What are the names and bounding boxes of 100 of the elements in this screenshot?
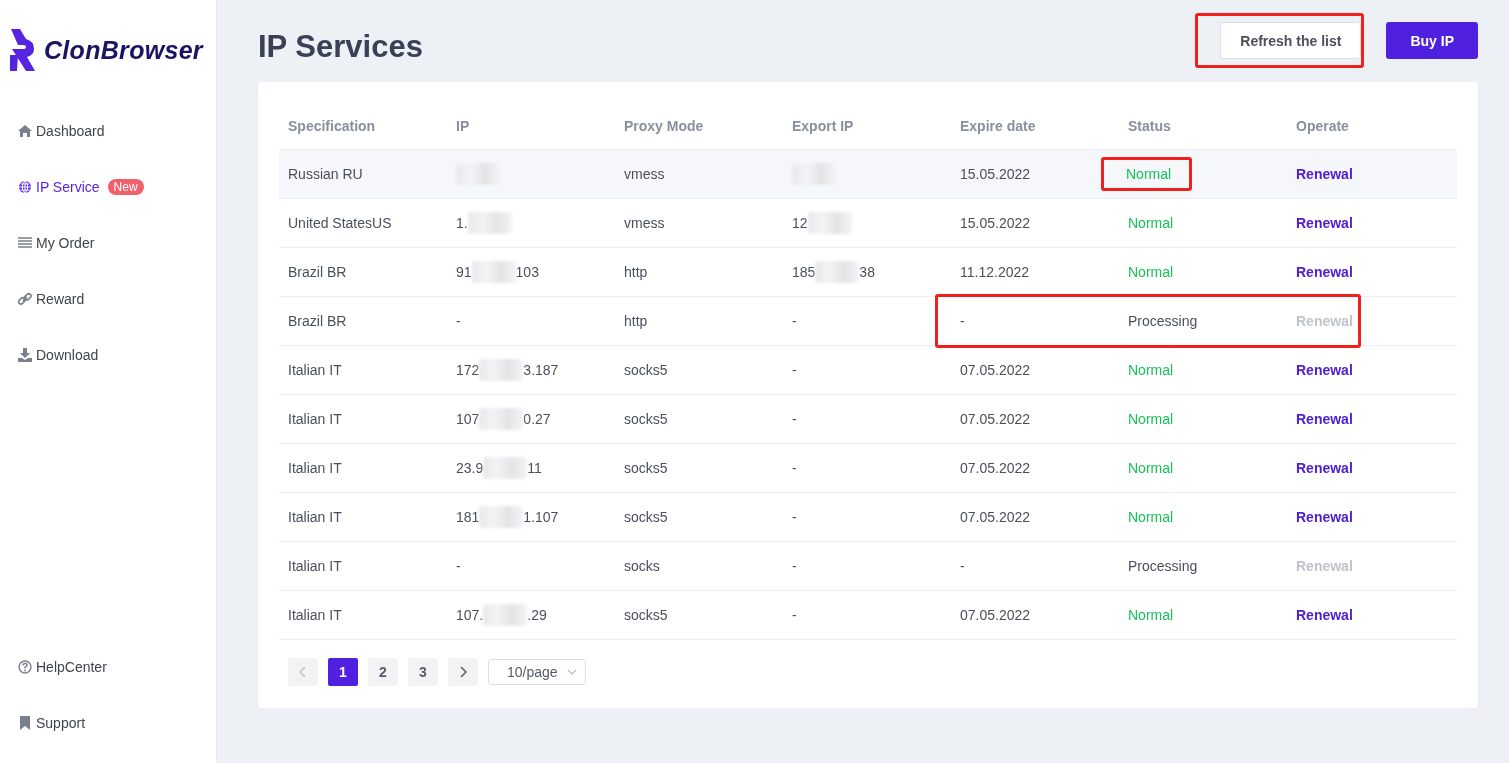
status-text: Normal <box>1128 215 1174 231</box>
page-button[interactable]: 1 <box>328 658 358 686</box>
chevron-left-icon <box>299 666 307 678</box>
table-cell: 0.27 <box>523 411 551 427</box>
table-cell-text: 07.05.2022 <box>959 508 1032 527</box>
table-cell-text: http <box>623 263 649 282</box>
table-cell-text: 07.05.2022 <box>959 606 1032 625</box>
column-header: IP <box>455 117 471 136</box>
table-cell: 107. <box>456 607 484 623</box>
table-cell: - <box>792 362 797 378</box>
table-cell-text: - <box>959 312 966 331</box>
list-icon <box>18 236 32 250</box>
column-header: Specification <box>287 117 377 136</box>
table-cell-text: 11.12.2022 <box>959 263 1031 282</box>
page-title: IP Services <box>258 28 423 65</box>
table-cell: 11 <box>527 460 542 476</box>
table-cell: - <box>456 558 461 574</box>
home-icon <box>18 124 32 138</box>
table-cell-text: 07.05.2022 <box>959 361 1032 380</box>
status-text: Normal <box>1128 460 1174 476</box>
table-cell-text: socks5 <box>623 410 669 429</box>
table-cell: - <box>792 460 797 476</box>
refresh-button[interactable]: Refresh the list <box>1220 22 1362 59</box>
nav-item[interactable]: HelpCenter <box>18 639 107 695</box>
renewal-link[interactable]: Renewal <box>1296 264 1353 280</box>
table-cell: - <box>792 509 797 525</box>
page-button[interactable]: 2 <box>368 658 398 686</box>
table-cell: 91 <box>456 264 472 280</box>
table-cell: - <box>792 411 797 427</box>
table-cell: 1. <box>456 215 468 231</box>
column-header: Status <box>1127 117 1172 136</box>
table-cell-text: Italian IT <box>287 606 343 625</box>
nav-item[interactable]: My Order <box>18 215 95 271</box>
renewal-link[interactable]: Renewal <box>1296 460 1353 476</box>
renewal-link[interactable]: Renewal <box>1296 607 1353 623</box>
renewal-link[interactable]: Renewal <box>1296 166 1353 182</box>
table-cell-text: Italian IT <box>287 361 343 380</box>
status-text: Normal <box>1128 411 1174 427</box>
table-cell: 107 <box>456 411 480 427</box>
table-cell-text: 15.05.2022 <box>959 214 1032 233</box>
table-cell-text: Italian IT <box>287 508 343 527</box>
table-cell-text: United StatesUS <box>287 214 393 233</box>
table-cell-text: 07.05.2022 <box>959 410 1032 429</box>
table-cell: - <box>792 558 797 574</box>
table-cell: 3.187 <box>523 362 559 378</box>
table-cell: 12 <box>792 215 808 231</box>
nav-item[interactable]: IP Service New <box>18 159 144 215</box>
status-text: Processing <box>1128 313 1198 329</box>
column-header: Expire date <box>959 117 1037 136</box>
download-icon <box>18 348 32 362</box>
table-cell: .29 <box>527 607 547 623</box>
logo-icon <box>8 27 38 73</box>
column-header: Operate <box>1295 117 1350 136</box>
status-text: Normal <box>1128 264 1174 280</box>
table-cell-text: vmess <box>623 165 666 184</box>
nav-item[interactable]: Support <box>18 695 86 751</box>
renewal-link[interactable]: Renewal <box>1296 411 1353 427</box>
column-header: Proxy Mode <box>623 117 705 136</box>
table-cell: 23.9 <box>456 460 484 476</box>
table-cell-text: 07.05.2022 <box>959 459 1032 478</box>
renewal-link[interactable]: Renewal <box>1296 509 1353 525</box>
brand-name: ClonBrowser <box>44 35 203 65</box>
buy-button[interactable]: Buy IP <box>1386 22 1478 59</box>
table-cell: 1.107 <box>523 509 559 525</box>
help-icon <box>18 660 32 674</box>
renewal-link[interactable]: Renewal <box>1296 362 1353 378</box>
table-cell: 38 <box>859 264 875 280</box>
table-cell: 185 <box>792 264 816 280</box>
column-header: Export IP <box>791 117 855 136</box>
table-cell-text: socks <box>623 557 661 576</box>
globe-icon <box>18 180 32 194</box>
bookmark-icon <box>18 716 32 730</box>
page-button[interactable]: 3 <box>408 658 438 686</box>
table-cell-text: vmess <box>623 214 666 233</box>
link-icon <box>18 292 32 306</box>
table-cell-text: socks5 <box>623 459 669 478</box>
status-text: Normal <box>1128 607 1174 623</box>
table-cell: - <box>792 313 797 329</box>
status-text: Normal <box>1126 166 1172 182</box>
nav-item[interactable]: Reward <box>18 271 85 327</box>
table-cell: 103 <box>515 264 539 280</box>
table-cell-text: http <box>623 312 649 331</box>
renewal-link[interactable]: Renewal <box>1296 215 1353 231</box>
table-cell-text: Brazil BR <box>287 312 348 331</box>
table-cell-text: socks5 <box>623 361 669 380</box>
nav-item[interactable]: Download <box>18 327 99 383</box>
chevron-down-icon <box>567 669 577 675</box>
table-cell-text: - <box>959 557 966 576</box>
table-cell-text: Italian IT <box>287 557 343 576</box>
status-text: Normal <box>1128 362 1174 378</box>
status-text: Normal <box>1128 509 1174 525</box>
nav-item[interactable]: Dashboard <box>18 103 105 159</box>
table-cell-text: 15.05.2022 <box>959 165 1032 184</box>
table-cell: 172 <box>456 362 480 378</box>
table-cell-text: Brazil BR <box>287 263 348 282</box>
table-cell-text: Italian IT <box>287 459 343 478</box>
table-cell-text: socks5 <box>623 606 669 625</box>
next-page-button[interactable] <box>448 658 478 686</box>
table-cell-text: Russian RU <box>287 165 364 184</box>
page-size-select[interactable]: 10/page <box>488 659 586 685</box>
